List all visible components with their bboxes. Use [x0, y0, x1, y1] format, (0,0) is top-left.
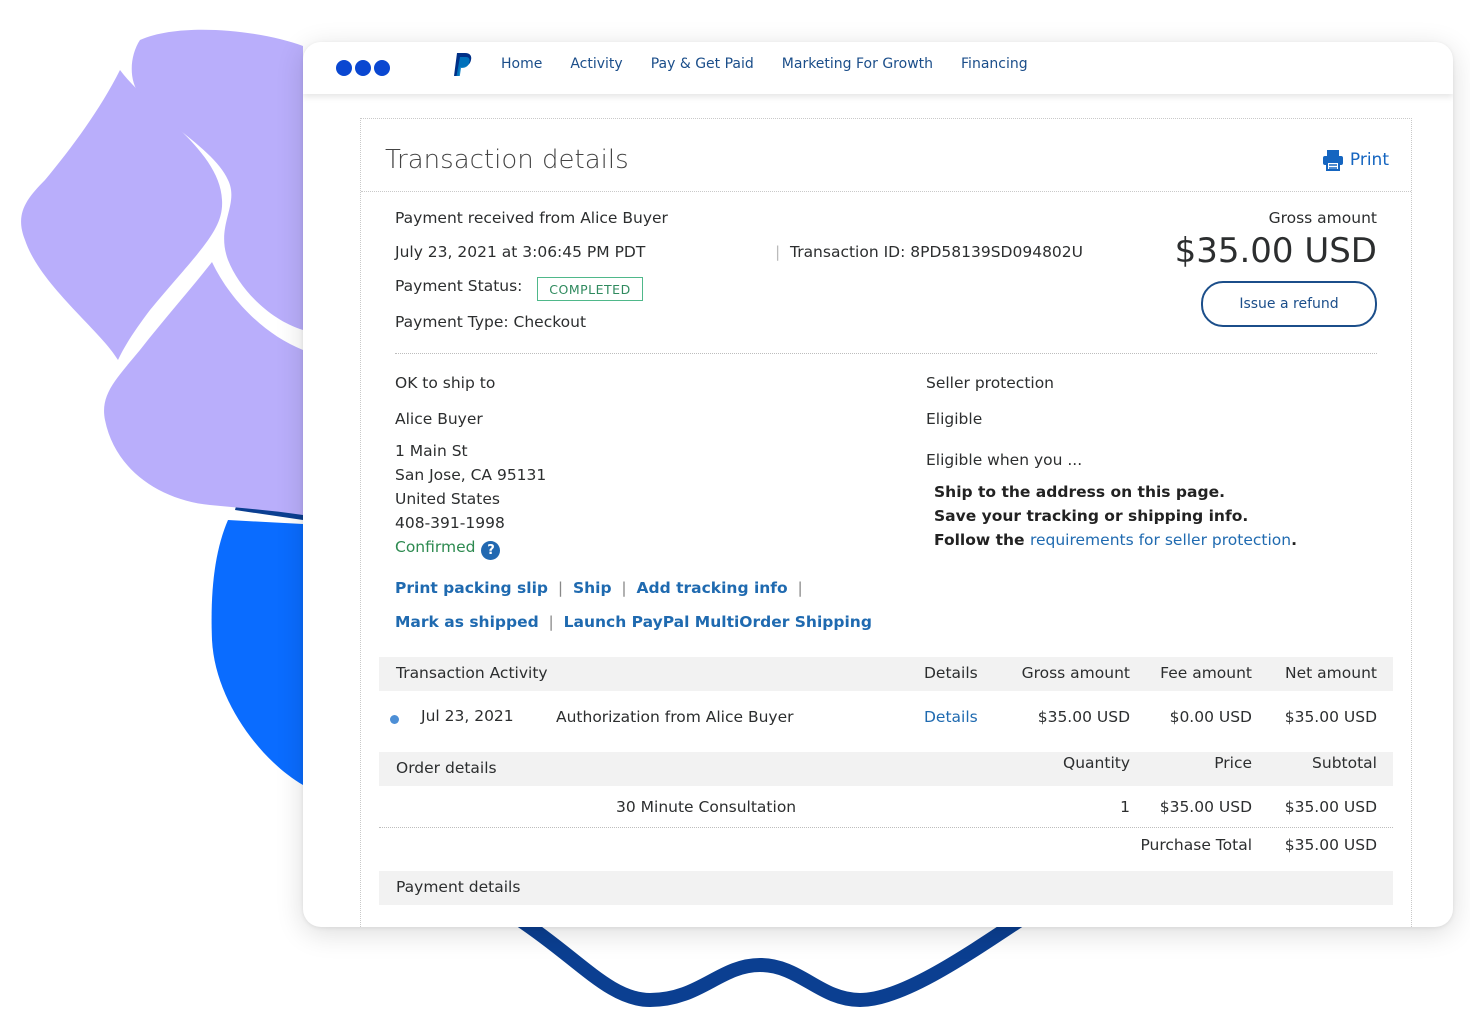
shipping-actions-row-1: Print packing slip | Ship | Add tracking… [395, 579, 803, 597]
activity-header-gross: Gross amount [1021, 664, 1130, 682]
follow-suffix: . [1291, 531, 1297, 549]
id-separator: | [775, 243, 781, 261]
confirmed-label: Confirmed [395, 538, 476, 556]
address-line-3: United States [395, 490, 500, 508]
protection-requirement-1: Ship to the address on this page. [934, 483, 1225, 501]
address-line-1: 1 Main St [395, 442, 468, 460]
nav-home[interactable]: Home [501, 56, 542, 72]
link-separator: | [552, 579, 573, 597]
nav-marketing-for-growth[interactable]: Marketing For Growth [782, 56, 933, 72]
print-packing-slip-link[interactable]: Print packing slip [395, 579, 548, 597]
ship-to-name: Alice Buyer [395, 410, 483, 428]
activity-status-dot [390, 715, 399, 724]
top-navigation-bar: Home Activity Pay & Get Paid Marketing F… [303, 42, 1453, 94]
transaction-date: July 23, 2021 at 3:06:45 PM PDT [395, 243, 646, 261]
activity-row-net: $35.00 USD [1284, 708, 1377, 726]
order-item-subtotal: $35.00 USD [1284, 798, 1377, 816]
blue-shape [211, 520, 303, 785]
payment-status-label: Payment Status: [395, 277, 523, 295]
address-confirmed: Confirmed? [395, 538, 501, 560]
activity-header-title: Transaction Activity [396, 664, 548, 682]
order-header-quantity: Quantity [1063, 754, 1130, 772]
shipping-actions-row-2: Mark as shipped | Launch PayPal MultiOrd… [395, 613, 872, 631]
order-header-price: Price [1214, 754, 1252, 772]
address-line-2: San Jose, CA 95131 [395, 466, 547, 484]
ship-to-heading: OK to ship to [395, 374, 496, 392]
paypal-logo-icon [454, 53, 472, 76]
status-badge: COMPLETED [537, 277, 643, 301]
transaction-details-panel: Transaction details Print Payment receiv… [360, 118, 1412, 927]
received-from-text: Payment received from Alice Buyer [395, 209, 668, 227]
order-row-divider [379, 827, 1393, 828]
window-dots-icon [336, 60, 390, 76]
help-icon[interactable]: ? [481, 541, 501, 560]
phone-number: 408-391-1998 [395, 514, 505, 532]
print-label: Print [1349, 150, 1389, 170]
activity-row-date: Jul 23, 2021 [421, 707, 514, 725]
order-item-quantity: 1 [1120, 798, 1130, 816]
activity-row-gross: $35.00 USD [1037, 708, 1130, 726]
link-separator: | [792, 579, 803, 597]
activity-header-details: Details [924, 664, 978, 682]
payment-details-header [379, 871, 1393, 905]
order-item-price: $35.00 USD [1159, 798, 1252, 816]
purchase-total-label: Purchase Total [1140, 836, 1252, 854]
printer-icon [1322, 150, 1343, 171]
payment-details-heading: Payment details [396, 878, 521, 896]
header-divider [361, 191, 1411, 192]
protection-requirement-3: Follow the requirements for seller prote… [934, 531, 1297, 549]
main-nav: Home Activity Pay & Get Paid Marketing F… [501, 56, 1028, 72]
follow-prefix: Follow the [934, 531, 1030, 549]
print-button[interactable]: Print [1322, 149, 1389, 171]
activity-details-link[interactable]: Details [924, 708, 978, 726]
gross-amount-value: $35.00 USD [1174, 231, 1377, 271]
nav-pay-get-paid[interactable]: Pay & Get Paid [651, 56, 754, 72]
order-header-subtotal: Subtotal [1312, 754, 1377, 772]
activity-header-net: Net amount [1285, 664, 1377, 682]
protection-requirement-2: Save your tracking or shipping info. [934, 507, 1249, 525]
seller-protection-requirements-link[interactable]: requirements for seller protection [1030, 531, 1291, 549]
multiorder-shipping-link[interactable]: Launch PayPal MultiOrder Shipping [564, 613, 872, 631]
nav-activity[interactable]: Activity [570, 56, 622, 72]
order-header-title: Order details [396, 759, 497, 777]
summary-divider [395, 353, 1377, 354]
purchase-total-value: $35.00 USD [1284, 836, 1377, 854]
eligible-when-text: Eligible when you ... [926, 451, 1083, 469]
gross-amount-label: Gross amount [1268, 209, 1377, 227]
seller-protection-heading: Seller protection [926, 374, 1055, 392]
wave-line-shape [513, 913, 1027, 1008]
seller-protection-status: Eligible [926, 410, 983, 428]
nav-financing[interactable]: Financing [961, 56, 1028, 72]
link-separator: | [616, 579, 637, 597]
mark-as-shipped-link[interactable]: Mark as shipped [395, 613, 539, 631]
activity-header-fee: Fee amount [1160, 664, 1252, 682]
activity-row-fee: $0.00 USD [1169, 708, 1252, 726]
page-title: Transaction details [385, 145, 629, 175]
payment-type: Payment Type: Checkout [395, 313, 587, 331]
app-window: Home Activity Pay & Get Paid Marketing F… [303, 42, 1453, 927]
transaction-id: Transaction ID: 8PD58139SD094802U [790, 243, 1083, 261]
add-tracking-info-link[interactable]: Add tracking info [637, 579, 788, 597]
ship-link[interactable]: Ship [573, 579, 612, 597]
link-separator: | [543, 613, 564, 631]
issue-refund-button[interactable]: Issue a refund [1201, 281, 1377, 327]
order-item-name: 30 Minute Consultation [616, 798, 797, 816]
activity-row-description: Authorization from Alice Buyer [556, 708, 794, 726]
